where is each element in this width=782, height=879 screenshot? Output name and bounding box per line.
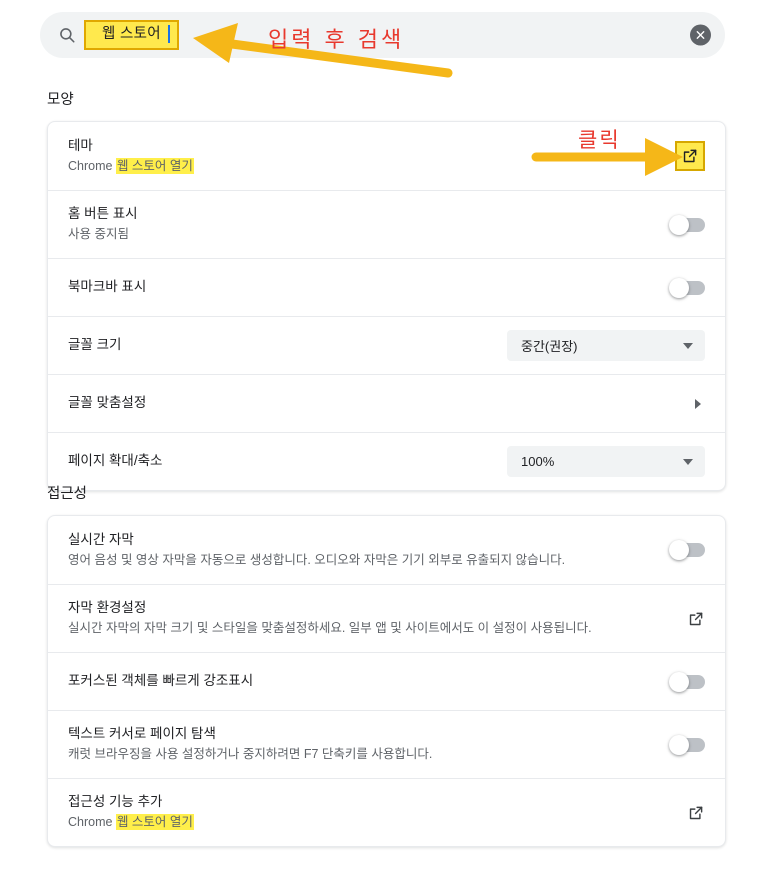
section-title-accessibility: 접근성: [47, 486, 88, 502]
row-text: 실시간 자막 영어 음성 및 영상 자막을 자동으로 생성합니다. 오디오와 자…: [68, 517, 655, 584]
row-control: [669, 734, 705, 755]
select-font-size[interactable]: 중간(권장): [507, 330, 705, 361]
row-subtitle: Chrome 웹 스토어 열기: [68, 813, 671, 832]
row-text: 포커스된 객체를 빠르게 강조표시: [68, 658, 655, 704]
row-control: [695, 398, 705, 409]
row-text: 홈 버튼 표시 사용 중지됨: [68, 191, 655, 258]
search-icon: [58, 26, 76, 44]
row-subtitle-highlight: 웹 스토어 열기: [115, 157, 194, 174]
row-control: [669, 214, 705, 235]
row-title: 접근성 기능 추가: [68, 794, 163, 810]
row-subtitle: 실시간 자막의 자막 크기 및 스타일을 맞춤설정하세요. 일부 앱 및 사이트…: [68, 621, 592, 636]
row-text: 글꼴 맞춤설정: [68, 380, 679, 426]
row-control: [675, 141, 705, 171]
row-live-caption[interactable]: 실시간 자막 영어 음성 및 영상 자막을 자동으로 생성합니다. 오디오와 자…: [48, 516, 725, 584]
toggle-knob: [669, 671, 689, 692]
row-subtitle: 영어 음성 및 영상 자막을 자동으로 생성합니다. 오디오와 자막은 기기 외…: [68, 552, 566, 567]
chevron-right-icon[interactable]: [695, 398, 701, 409]
row-control: [669, 277, 705, 298]
search-input-value: 웹 스토어: [84, 20, 179, 50]
row-title: 글꼴 맞춤설정: [68, 395, 147, 411]
toggle-knob: [669, 277, 689, 298]
row-text: 테마 Chrome 웹 스토어 열기: [68, 123, 659, 190]
row-text: 페이지 확대/축소: [68, 438, 491, 484]
row-show-home-button[interactable]: 홈 버튼 표시 사용 중지됨: [48, 190, 725, 258]
row-page-zoom[interactable]: 페이지 확대/축소 100%: [48, 432, 725, 490]
row-title: 홈 버튼 표시: [68, 206, 138, 222]
toggle-quick-highlight-focused[interactable]: [669, 671, 705, 692]
appearance-settings-card: 테마 Chrome 웹 스토어 열기 홈 버튼 표시 사용 중지됨 북마크바 표…: [47, 121, 726, 491]
row-title: 자막 환경설정: [68, 600, 147, 616]
section-title-appearance: 모양: [47, 92, 74, 108]
search-input[interactable]: 웹 스토어: [84, 20, 179, 50]
row-control: 100%: [507, 446, 705, 477]
external-link-icon[interactable]: [687, 804, 705, 822]
toggle-knob: [669, 214, 689, 235]
toggle-show-bookmarks-bar[interactable]: [669, 277, 705, 298]
row-subtitle: 사용 중지됨: [68, 227, 129, 242]
accessibility-settings-card: 실시간 자막 영어 음성 및 영상 자막을 자동으로 생성합니다. 오디오와 자…: [47, 515, 726, 847]
row-control: 중간(권장): [507, 330, 705, 361]
row-title: 실시간 자막: [68, 531, 134, 547]
toggle-live-caption[interactable]: [669, 540, 705, 560]
chevron-down-icon: [683, 458, 693, 465]
row-title: 포커스된 객체를 빠르게 강조표시: [68, 673, 254, 689]
row-caret-browsing[interactable]: 텍스트 커서로 페이지 탐색 캐럿 브라우징을 사용 설정하거나 중지하려면 F…: [48, 710, 725, 778]
row-title: 북마크바 표시: [68, 279, 147, 295]
row-text: 북마크바 표시: [68, 264, 655, 310]
row-subtitle: 캐럿 브라우징을 사용 설정하거나 중지하려면 F7 단축키를 사용합니다.: [68, 747, 433, 762]
row-subtitle-prefix: Chrome: [68, 158, 116, 173]
clear-search-button[interactable]: [690, 24, 711, 46]
row-quick-highlight-focused[interactable]: 포커스된 객체를 빠르게 강조표시: [48, 652, 725, 710]
row-show-bookmarks-bar[interactable]: 북마크바 표시: [48, 258, 725, 316]
select-value: 중간(권장): [521, 339, 578, 354]
row-subtitle-prefix: Chrome: [68, 815, 116, 830]
row-control: [687, 610, 705, 628]
row-title: 페이지 확대/축소: [68, 453, 163, 469]
external-link-icon[interactable]: [687, 610, 705, 628]
toggle-knob: [669, 540, 689, 560]
text-caret: [168, 25, 170, 44]
row-text: 텍스트 커서로 페이지 탐색 캐럿 브라우징을 사용 설정하거나 중지하려면 F…: [68, 711, 655, 778]
row-caption-preferences[interactable]: 자막 환경설정 실시간 자막의 자막 크기 및 스타일을 맞춤설정하세요. 일부…: [48, 584, 725, 652]
row-add-accessibility-features[interactable]: 접근성 기능 추가 Chrome 웹 스토어 열기: [48, 778, 725, 846]
row-title: 글꼴 크기: [68, 337, 122, 353]
row-text: 자막 환경설정 실시간 자막의 자막 크기 및 스타일을 맞춤설정하세요. 일부…: [68, 585, 671, 652]
row-customize-fonts[interactable]: 글꼴 맞춤설정: [48, 374, 725, 432]
row-text: 글꼴 크기: [68, 322, 491, 368]
toggle-caret-browsing[interactable]: [669, 734, 705, 755]
row-subtitle: Chrome 웹 스토어 열기: [68, 157, 659, 176]
row-title: 텍스트 커서로 페이지 탐색: [68, 726, 216, 742]
toggle-knob: [669, 734, 689, 755]
toggle-show-home-button[interactable]: [669, 214, 705, 235]
row-title: 테마: [68, 137, 93, 153]
settings-search-bar[interactable]: 웹 스토어: [40, 12, 725, 58]
row-control: [669, 671, 705, 692]
row-font-size[interactable]: 글꼴 크기 중간(권장): [48, 316, 725, 374]
select-value: 100%: [521, 454, 555, 469]
select-page-zoom[interactable]: 100%: [507, 446, 705, 477]
row-text: 접근성 기능 추가 Chrome 웹 스토어 열기: [68, 779, 671, 846]
chevron-down-icon: [683, 342, 693, 349]
external-link-icon[interactable]: [675, 141, 705, 171]
row-theme[interactable]: 테마 Chrome 웹 스토어 열기: [48, 122, 725, 190]
row-control: [669, 540, 705, 560]
row-control: [687, 804, 705, 822]
row-subtitle-highlight: 웹 스토어 열기: [115, 814, 194, 831]
